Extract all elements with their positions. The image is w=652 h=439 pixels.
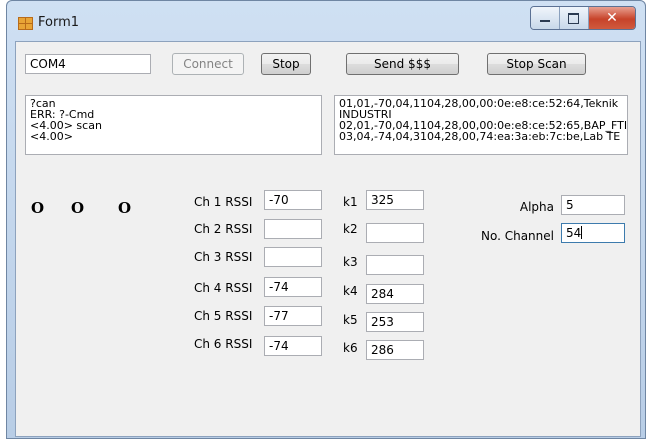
indicator-3: O	[118, 199, 132, 217]
no-channel-label: No. Channel	[480, 229, 554, 243]
ch3-rssi-field[interactable]	[264, 247, 322, 267]
stop-button[interactable]: Stop	[261, 53, 311, 75]
port-input[interactable]: COM4	[25, 54, 151, 74]
title-bar[interactable]: Form1 ✕	[6, 0, 646, 40]
minimize-icon	[540, 20, 550, 22]
alpha-field[interactable]: 5	[561, 195, 625, 215]
ch3-rssi-label: Ch 3 RSSI	[194, 250, 253, 264]
app-window: Form1 ✕ COM4 Connect Stop Send $$$ Stop …	[6, 0, 646, 439]
k1-field[interactable]: 325	[366, 190, 424, 210]
ch5-rssi-field[interactable]: -77	[264, 306, 322, 326]
k4-field[interactable]: 284	[366, 284, 424, 304]
send-button[interactable]: Send $$$	[346, 53, 459, 75]
stop-scan-button[interactable]: Stop Scan	[487, 53, 586, 75]
connect-button[interactable]: Connect	[172, 53, 244, 75]
k4-label: k4	[343, 284, 358, 298]
ch2-rssi-field[interactable]	[264, 219, 322, 239]
k3-label: k3	[343, 255, 358, 269]
close-button[interactable]: ✕	[589, 7, 635, 29]
k2-label: k2	[343, 222, 358, 236]
maximize-icon	[568, 13, 579, 24]
ch4-rssi-label: Ch 4 RSSI	[194, 281, 253, 295]
k3-field[interactable]	[366, 255, 424, 275]
no-channel-value: 54	[566, 226, 582, 240]
close-icon: ✕	[606, 10, 618, 26]
ch6-rssi-label: Ch 6 RSSI	[194, 337, 253, 351]
form-client-area: COM4 Connect Stop Send $$$ Stop Scan ?ca…	[15, 41, 641, 437]
ch1-rssi-field[interactable]: -70	[264, 190, 322, 210]
minimize-button[interactable]	[531, 7, 560, 29]
text-cursor	[581, 226, 583, 239]
k2-field[interactable]	[366, 223, 424, 243]
no-channel-field[interactable]: 54	[561, 223, 625, 243]
indicator-2: O	[71, 199, 85, 217]
scan-results-log[interactable]: 01,01,-70,04,1104,28,00,00:0e:e8:ce:52:6…	[334, 95, 628, 155]
ch2-rssi-label: Ch 2 RSSI	[194, 222, 253, 236]
k5-label: k5	[343, 313, 358, 327]
k6-field[interactable]: 286	[366, 340, 424, 360]
ch1-rssi-label: Ch 1 RSSI	[194, 195, 253, 209]
caption-buttons: ✕	[530, 6, 636, 30]
k6-label: k6	[343, 341, 358, 355]
ch6-rssi-field[interactable]: -74	[264, 336, 322, 356]
maximize-button[interactable]	[560, 7, 589, 29]
command-log[interactable]: ?can ERR: ?-Cmd <4.00> scan <4.00>	[25, 95, 322, 155]
window-title: Form1	[38, 15, 80, 30]
ch4-rssi-field[interactable]: -74	[264, 277, 322, 297]
k5-field[interactable]: 253	[366, 312, 424, 332]
indicator-1: O	[31, 199, 45, 217]
ch5-rssi-label: Ch 5 RSSI	[194, 309, 253, 323]
alpha-label: Alpha	[519, 200, 554, 214]
form-icon	[18, 17, 33, 30]
k1-label: k1	[343, 195, 358, 209]
